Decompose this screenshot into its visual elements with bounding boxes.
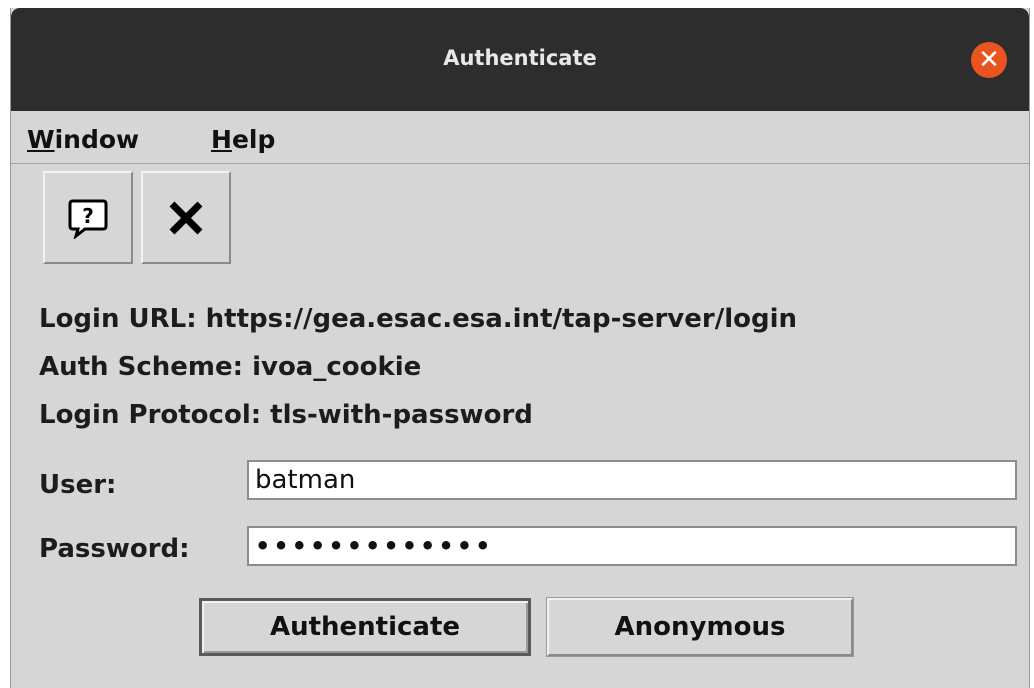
authenticate-window: Authenticate ✕ Window Help ? Login URL: … [10, 8, 1030, 688]
window-close-button[interactable]: ✕ [971, 42, 1007, 78]
toolbar-help-button[interactable]: ? [43, 171, 133, 264]
svg-text:?: ? [82, 204, 94, 228]
authenticate-button[interactable]: Authenticate [199, 598, 531, 656]
user-label: User: [39, 470, 117, 500]
menu-bar: Window Help [11, 111, 1029, 164]
title-bar[interactable]: Authenticate ✕ [11, 8, 1029, 111]
help-bubble-icon: ? [68, 199, 108, 239]
menu-window[interactable]: Window [27, 125, 139, 154]
user-input[interactable]: batman [247, 460, 1017, 500]
password-label: Password: [39, 534, 190, 564]
login-url-text: Login URL: https://gea.esac.esa.int/tap-… [39, 304, 798, 334]
close-icon: ✕ [978, 45, 1000, 75]
anonymous-button[interactable]: Anonymous [546, 597, 854, 657]
close-x-icon [169, 201, 203, 234]
login-protocol-text: Login Protocol: tls-with-password [39, 400, 533, 430]
window-title: Authenticate [443, 46, 597, 70]
password-input[interactable]: ••••••••••••• [247, 526, 1017, 566]
menu-help[interactable]: Help [211, 125, 275, 154]
auth-scheme-text: Auth Scheme: ivoa_cookie [39, 352, 422, 382]
toolbar-close-button[interactable] [141, 171, 231, 264]
